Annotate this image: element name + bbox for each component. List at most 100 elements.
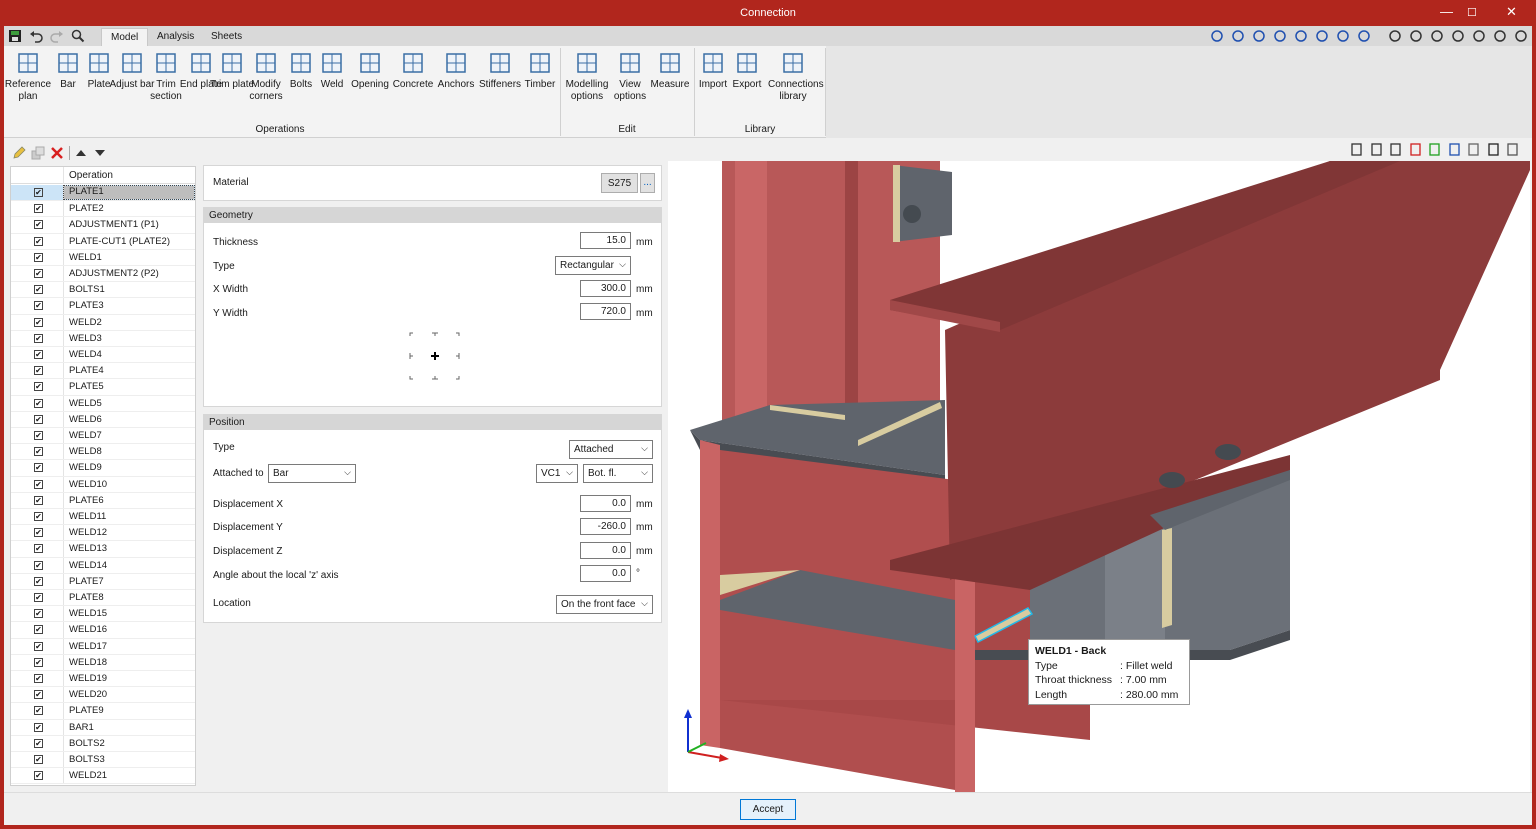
list-item[interactable]: ✔ BOLTS2	[11, 735, 195, 752]
checkbox[interactable]: ✔	[34, 463, 43, 473]
redo-icon[interactable]	[50, 29, 64, 43]
list-item[interactable]: ✔ WELD11	[11, 509, 195, 526]
list-item[interactable]: ✔ WELD16	[11, 622, 195, 639]
checkbox[interactable]: ✔	[34, 738, 43, 748]
position-type-select[interactable]: Attached ⌵	[569, 440, 653, 459]
material-button[interactable]: S275	[601, 173, 638, 193]
axes-icon[interactable]	[1350, 143, 1364, 157]
visibility-icon[interactable]	[1487, 143, 1501, 157]
location-select[interactable]: On the front face ⌵	[556, 595, 653, 614]
list-item[interactable]: ✔ WELD9	[11, 460, 195, 477]
list-item[interactable]: ✔ WELD1	[11, 249, 195, 266]
checkbox[interactable]: ✔	[34, 269, 43, 278]
list-item[interactable]: ✔ PLATE2	[11, 201, 195, 218]
list-item[interactable]: ✔ WELD21	[11, 768, 195, 785]
ribbon-button-export[interactable]: Export	[722, 50, 772, 91]
maximize-button[interactable]: ☐	[1467, 6, 1477, 19]
rotate-icon[interactable]	[1210, 29, 1224, 43]
ribbon-button-connections-library[interactable]: Connections library	[768, 50, 824, 103]
close-button[interactable]: ✕	[1506, 4, 1517, 20]
list-item[interactable]: ✔ WELD3	[11, 330, 195, 347]
list-item[interactable]: ✔ ADJUSTMENT1 (P1)	[11, 217, 195, 234]
checkbox[interactable]: ✔	[34, 609, 43, 619]
member-select[interactable]: VC1 ⌵	[536, 464, 578, 483]
checkbox[interactable]: ✔	[34, 350, 43, 359]
list-item[interactable]: ✔ PLATE7	[11, 573, 195, 590]
list-item[interactable]: ✔ WELD10	[11, 476, 195, 493]
plate-type-select[interactable]: Rectangular ⌵	[555, 256, 631, 275]
checkbox[interactable]: ✔	[34, 188, 43, 197]
zoom-icon[interactable]	[1294, 29, 1308, 43]
dimension-icon[interactable]	[1409, 29, 1423, 43]
checkbox[interactable]: ✔	[34, 220, 43, 230]
checkbox[interactable]: ✔	[34, 657, 43, 667]
list-item[interactable]: ✔ WELD6	[11, 411, 195, 428]
attached-to-select[interactable]: Bar ⌵	[268, 464, 356, 483]
anchor-point-selector[interactable]	[407, 330, 462, 385]
blue-plane-icon[interactable]	[1448, 143, 1462, 157]
list-item[interactable]: ✔ WELD7	[11, 428, 195, 445]
list-item[interactable]: ✔ WELD20	[11, 687, 195, 704]
checkbox[interactable]: ✔	[34, 755, 43, 764]
list-item[interactable]: ✔ WELD14	[11, 557, 195, 574]
checkbox[interactable]: ✔	[34, 382, 43, 392]
zoom-window-icon[interactable]	[1252, 29, 1266, 43]
checkbox[interactable]: ✔	[34, 722, 43, 732]
section-icon[interactable]	[1389, 143, 1403, 157]
list-item[interactable]: ✔ WELD2	[11, 314, 195, 331]
tab-model[interactable]: Model	[101, 28, 149, 46]
list-item[interactable]: ✔ WELD13	[11, 541, 195, 558]
checkbox[interactable]: ✔	[34, 252, 43, 262]
checkbox[interactable]: ✔	[34, 479, 43, 489]
list-item[interactable]: ✔ PLATE5	[11, 379, 195, 396]
checkbox[interactable]: ✔	[34, 706, 43, 716]
list-item[interactable]: ✔ WELD18	[11, 654, 195, 671]
checkbox[interactable]: ✔	[34, 544, 43, 554]
save-icon[interactable]	[8, 29, 22, 43]
checkbox[interactable]: ✔	[34, 447, 43, 457]
ribbon-button-timber[interactable]: Timber	[515, 50, 565, 91]
tools-icon[interactable]	[1514, 29, 1528, 43]
operations-list[interactable]: Operation ✔ PLATE1 ✔ PLATE2 ✔ ADJUSTMENT1 (P1…	[10, 166, 196, 786]
accept-button[interactable]: Accept	[740, 799, 796, 820]
x-width-input[interactable]: 300.0	[580, 280, 631, 297]
list-item[interactable]: ✔ PLATE1	[11, 185, 195, 202]
list-item[interactable]: ✔ WELD15	[11, 606, 195, 623]
checkbox[interactable]: ✔	[34, 414, 43, 424]
zoom-all-icon[interactable]	[1231, 29, 1245, 43]
search-icon[interactable]	[71, 29, 85, 43]
list-item[interactable]: ✔ PLATE6	[11, 492, 195, 509]
move-down-icon[interactable]	[94, 148, 106, 158]
checkbox[interactable]: ✔	[34, 625, 43, 635]
displacement-y-input[interactable]: -260.0	[580, 518, 631, 535]
refresh-icon[interactable]	[1273, 29, 1287, 43]
list-item[interactable]: ✔ BAR1	[11, 719, 195, 736]
edit-pencil-icon[interactable]	[12, 146, 26, 160]
checkbox[interactable]: ✔	[34, 528, 43, 538]
frame-icon[interactable]	[1388, 29, 1402, 43]
checkbox[interactable]: ✔	[34, 333, 43, 343]
red-plane-icon[interactable]	[1409, 143, 1423, 157]
tab-analysis[interactable]: Analysis	[148, 28, 203, 46]
thickness-input[interactable]: 15.0	[580, 232, 631, 249]
list-item[interactable]: ✔ PLATE8	[11, 590, 195, 607]
face-select[interactable]: Bot. fl. ⌵	[583, 464, 653, 483]
list-item[interactable]: ✔ PLATE3	[11, 298, 195, 315]
checkbox[interactable]: ✔	[34, 576, 43, 586]
list-item[interactable]: ✔ BOLTS1	[11, 282, 195, 299]
clock-icon[interactable]	[1451, 29, 1465, 43]
displacement-z-input[interactable]: 0.0	[580, 542, 631, 559]
list-item[interactable]: ✔ ADJUSTMENT2 (P2)	[11, 266, 195, 283]
delete-icon[interactable]	[50, 146, 64, 160]
checkbox[interactable]: ✔	[34, 495, 43, 505]
orbit-icon[interactable]	[1336, 29, 1350, 43]
material-more-button[interactable]: ...	[640, 173, 655, 193]
checkbox[interactable]: ✔	[34, 593, 43, 602]
checkbox[interactable]: ✔	[34, 317, 43, 327]
list-item[interactable]: ✔ PLATE4	[11, 363, 195, 380]
list-item[interactable]: ✔ WELD12	[11, 525, 195, 542]
checkbox[interactable]: ✔	[34, 560, 43, 570]
comment-icon[interactable]	[1493, 29, 1507, 43]
move-up-icon[interactable]	[75, 148, 87, 158]
3d-view-icon[interactable]	[1506, 143, 1520, 157]
